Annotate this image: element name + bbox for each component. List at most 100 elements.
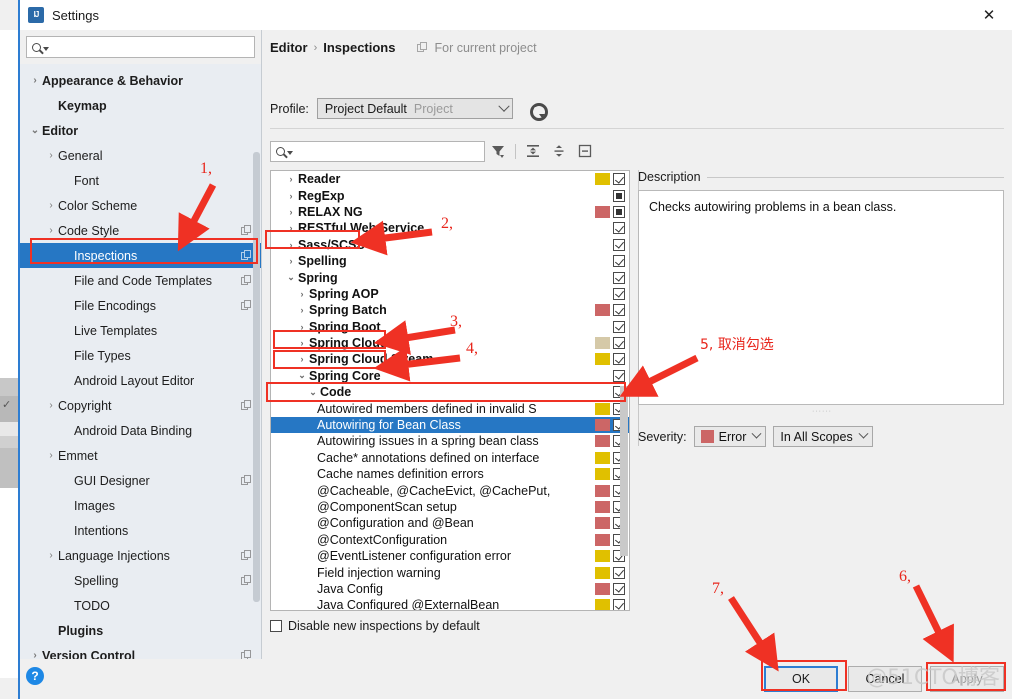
chevron-right-icon[interactable]: ›	[44, 225, 58, 236]
profile-select[interactable]: Project Default Project	[316, 98, 513, 119]
chevron-down-icon[interactable]: ⌄	[28, 125, 42, 136]
inspection-row[interactable]: @Cacheable, @CacheEvict, @CachePut,	[271, 482, 629, 498]
chevron-down-icon[interactable]: ⌄	[306, 387, 320, 398]
gear-icon[interactable]	[529, 102, 548, 121]
inspection-row[interactable]: Java Configured @ExternalBean	[271, 597, 629, 610]
inspection-row[interactable]: › RegExp	[271, 187, 629, 203]
inspection-row[interactable]: › Spring Boot	[271, 319, 629, 335]
chevron-right-icon[interactable]: ›	[44, 150, 58, 161]
inspection-row[interactable]: @ComponentScan setup	[271, 499, 629, 515]
cancel-button[interactable]: Cancel	[848, 666, 922, 692]
minus-box-icon[interactable]	[572, 140, 598, 162]
inspections-scrollbar[interactable]	[620, 386, 628, 556]
sidebar-item-live-templates[interactable]: Live Templates	[20, 318, 261, 343]
inspection-enabled-checkbox[interactable]	[613, 369, 625, 382]
sidebar-item-spelling[interactable]: Spelling	[20, 568, 261, 593]
help-icon[interactable]: ?	[26, 667, 44, 685]
sidebar-item-keymap[interactable]: Keymap	[20, 93, 261, 118]
sidebar-item-intentions[interactable]: Intentions	[20, 518, 261, 543]
chevron-right-icon[interactable]: ›	[284, 240, 298, 250]
inspection-row[interactable]: Java Config	[271, 581, 629, 597]
inspection-row[interactable]: Cache* annotations defined on interface	[271, 450, 629, 466]
inspection-row[interactable]: ⌄ Code	[271, 384, 629, 400]
chevron-right-icon[interactable]: ›	[44, 400, 58, 411]
apply-button[interactable]: Apply	[930, 666, 1004, 692]
close-icon[interactable]: ✕	[972, 4, 1006, 26]
sidebar-item-copyright[interactable]: › Copyright	[20, 393, 261, 418]
sidebar-item-todo[interactable]: TODO	[20, 593, 261, 618]
chevron-right-icon[interactable]: ›	[295, 338, 309, 348]
sidebar-scrollbar[interactable]	[253, 152, 260, 602]
inspection-enabled-checkbox[interactable]	[613, 222, 625, 235]
chevron-down-icon[interactable]: ⌄	[295, 370, 309, 381]
inspection-enabled-checkbox[interactable]	[613, 287, 625, 300]
inspection-enabled-checkbox[interactable]	[613, 337, 625, 350]
inspection-enabled-checkbox[interactable]	[613, 353, 625, 366]
inspection-search-input[interactable]	[270, 140, 485, 162]
chevron-right-icon[interactable]: ›	[44, 200, 58, 211]
chevron-right-icon[interactable]: ›	[284, 191, 298, 201]
inspection-row[interactable]: › Spring Cloud Stream	[271, 351, 629, 367]
inspection-row[interactable]: › Reader	[271, 171, 629, 187]
inspection-row[interactable]: @EventListener configuration error	[271, 548, 629, 564]
sidebar-item-file-and-code-templates[interactable]: File and Code Templates	[20, 268, 261, 293]
inspection-row[interactable]: Autowired members defined in invalid S	[271, 400, 629, 416]
inspection-row[interactable]: Field injection warning	[271, 564, 629, 580]
inspection-enabled-checkbox[interactable]	[613, 582, 625, 595]
scope-select[interactable]: In All Scopes	[773, 426, 873, 447]
sidebar-item-inspections[interactable]: Inspections	[20, 243, 261, 268]
inspection-enabled-checkbox[interactable]	[613, 320, 625, 333]
sidebar-item-editor[interactable]: ⌄ Editor	[20, 118, 261, 143]
disable-new-inspections-row[interactable]: Disable new inspections by default	[270, 619, 480, 633]
inspections-tree[interactable]: › Reader › RegExp › RELAX NG › RESTful Web Serv…	[270, 170, 630, 611]
chevron-right-icon[interactable]: ›	[44, 550, 58, 561]
collapse-all-icon[interactable]	[546, 140, 572, 162]
inspection-row[interactable]: › RELAX NG	[271, 204, 629, 220]
sidebar-item-font[interactable]: Font	[20, 168, 261, 193]
chevron-right-icon[interactable]: ›	[284, 174, 298, 184]
chevron-right-icon[interactable]: ›	[28, 650, 42, 659]
inspection-enabled-checkbox[interactable]	[613, 189, 625, 202]
chevron-right-icon[interactable]: ›	[284, 207, 298, 217]
chevron-right-icon[interactable]: ›	[284, 256, 298, 266]
sidebar-item-images[interactable]: Images	[20, 493, 261, 518]
sidebar-item-file-types[interactable]: File Types	[20, 343, 261, 368]
inspection-row[interactable]: › Spring AOP	[271, 286, 629, 302]
chevron-right-icon[interactable]: ›	[295, 305, 309, 315]
inspection-row[interactable]: › RESTful Web Service	[271, 220, 629, 236]
filter-funnel-icon[interactable]	[485, 140, 511, 162]
chevron-down-icon[interactable]: ⌄	[284, 272, 298, 283]
inspection-row[interactable]: @Configuration and @Bean	[271, 515, 629, 531]
ok-button[interactable]: OK	[764, 666, 838, 692]
inspection-row[interactable]: Autowiring for Bean Class	[271, 416, 629, 434]
inspection-enabled-checkbox[interactable]	[613, 173, 625, 186]
inspection-enabled-checkbox[interactable]	[613, 271, 625, 284]
sidebar-item-color-scheme[interactable]: › Color Scheme	[20, 193, 261, 218]
inspection-row[interactable]: › Spring Batch	[271, 302, 629, 318]
inspection-row[interactable]: @ContextConfiguration	[271, 532, 629, 548]
sidebar-item-android-layout-editor[interactable]: Android Layout Editor	[20, 368, 261, 393]
inspection-enabled-checkbox[interactable]	[613, 255, 625, 268]
inspection-row[interactable]: Autowiring issues in a spring bean class	[271, 433, 629, 449]
sidebar-item-version-control[interactable]: › Version Control	[20, 643, 261, 659]
inspection-enabled-checkbox[interactable]	[613, 599, 625, 610]
inspection-row[interactable]: ⌄ Spring Core	[271, 368, 629, 384]
sidebar-item-general[interactable]: › General	[20, 143, 261, 168]
sidebar-item-android-data-binding[interactable]: Android Data Binding	[20, 418, 261, 443]
chevron-right-icon[interactable]: ›	[28, 75, 42, 86]
sidebar-search-input[interactable]	[26, 36, 255, 58]
sidebar-item-appearance-behavior[interactable]: › Appearance & Behavior	[20, 68, 261, 93]
sidebar-item-gui-designer[interactable]: GUI Designer	[20, 468, 261, 493]
sidebar-item-language-injections[interactable]: › Language Injections	[20, 543, 261, 568]
disable-new-inspections-checkbox[interactable]	[270, 620, 282, 632]
chevron-right-icon[interactable]: ›	[295, 322, 309, 332]
sidebar-item-plugins[interactable]: Plugins	[20, 618, 261, 643]
inspection-row[interactable]: › Spelling	[271, 253, 629, 269]
chevron-right-icon[interactable]: ›	[44, 450, 58, 461]
severity-select[interactable]: Error	[693, 426, 767, 447]
chevron-right-icon[interactable]: ›	[284, 223, 298, 233]
inspection-row[interactable]: ⌄ Spring	[271, 269, 629, 285]
inspection-row[interactable]: Cache names definition errors	[271, 466, 629, 482]
sidebar-item-code-style[interactable]: › Code Style	[20, 218, 261, 243]
sidebar-item-emmet[interactable]: › Emmet	[20, 443, 261, 468]
